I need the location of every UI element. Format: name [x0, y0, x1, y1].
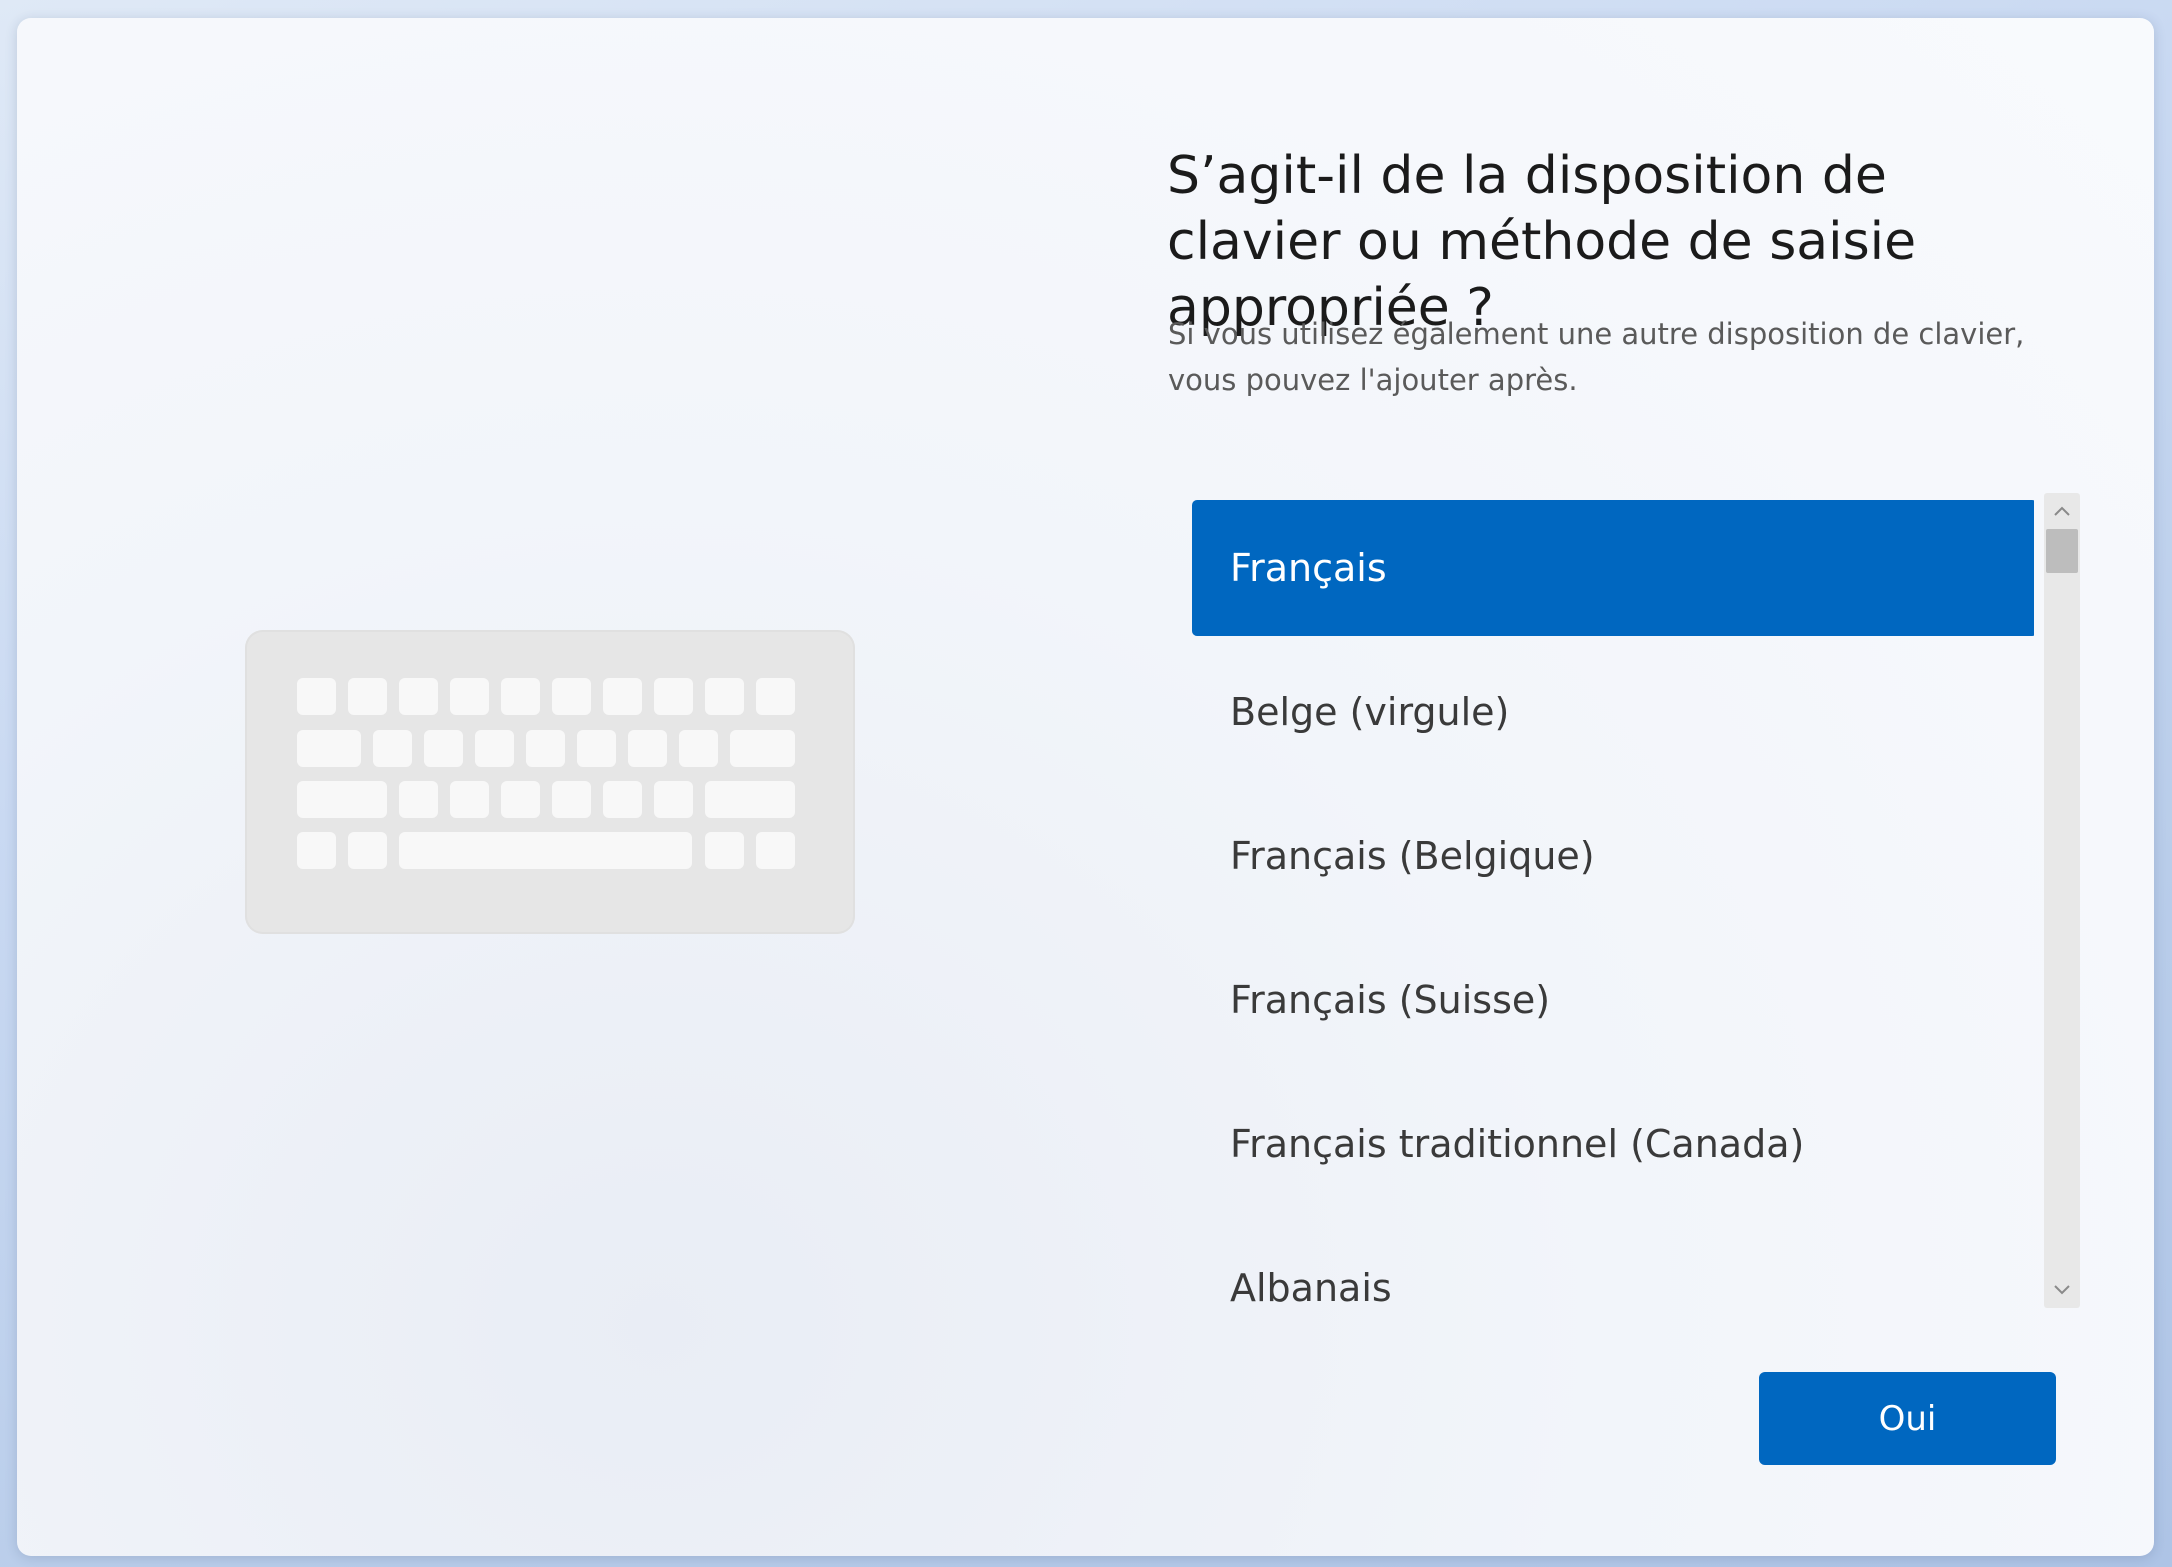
- setup-window: S’agit-il de la disposition de clavier o…: [17, 18, 2154, 1556]
- list-item-francais[interactable]: Français: [1192, 500, 2034, 636]
- list-item-label: Français (Belgique): [1230, 834, 1595, 878]
- list-item-label: Français: [1230, 546, 1387, 590]
- list-item-belge-virgule[interactable]: Belge (virgule): [1192, 644, 2034, 780]
- list-item-albanais[interactable]: Albanais: [1192, 1220, 2034, 1316]
- list-item-francais-belgique[interactable]: Français (Belgique): [1192, 788, 2034, 924]
- keyboard-icon: [245, 630, 855, 934]
- list-item-label: Français (Suisse): [1230, 978, 1551, 1022]
- list-item-francais-traditionnel-canada[interactable]: Français traditionnel (Canada): [1192, 1076, 2034, 1212]
- list-item-label: Belge (virgule): [1230, 690, 1510, 734]
- keyboard-layout-list[interactable]: Français Belge (virgule) Français (Belgi…: [1174, 476, 2034, 1316]
- scrollbar-thumb[interactable]: [2046, 529, 2078, 573]
- list-item-francais-suisse[interactable]: Français (Suisse): [1192, 932, 2034, 1068]
- list-item-label: Français traditionnel (Canada): [1230, 1122, 1805, 1166]
- chevron-up-icon[interactable]: [2044, 493, 2080, 529]
- oui-button[interactable]: Oui: [1759, 1372, 2056, 1465]
- list-item-label: Albanais: [1230, 1266, 1392, 1310]
- chevron-down-icon[interactable]: [2044, 1272, 2080, 1308]
- list-scrollbar[interactable]: [2044, 493, 2080, 1308]
- page-subtitle: Si vous utilisez également une autre dis…: [1168, 317, 2025, 397]
